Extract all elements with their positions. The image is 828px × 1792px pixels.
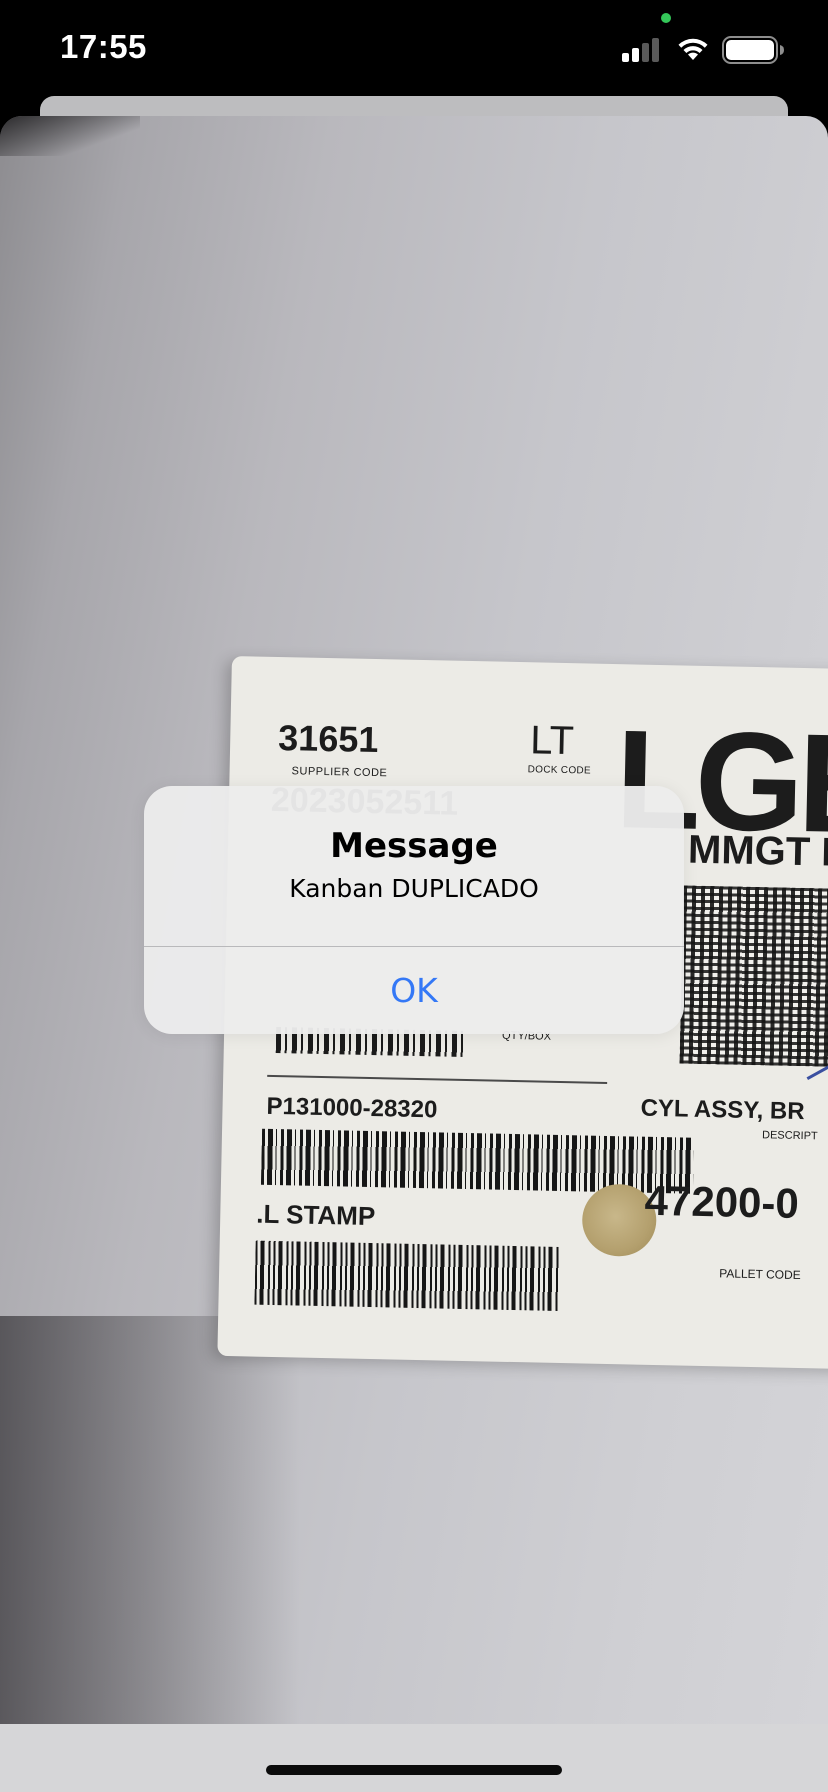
home-indicator[interactable] <box>266 1765 562 1775</box>
alert-title: Message <box>330 826 498 866</box>
bottom-bar <box>0 1724 828 1792</box>
alert-dialog: Message Kanban DUPLICADO OK <box>144 786 684 1034</box>
alert-message: Kanban DUPLICADO <box>289 874 539 903</box>
ok-button[interactable]: OK <box>144 947 684 1034</box>
screen: 17:55 31651 SUPPLIER CODE LT DOCK CODE L… <box>0 0 828 1792</box>
